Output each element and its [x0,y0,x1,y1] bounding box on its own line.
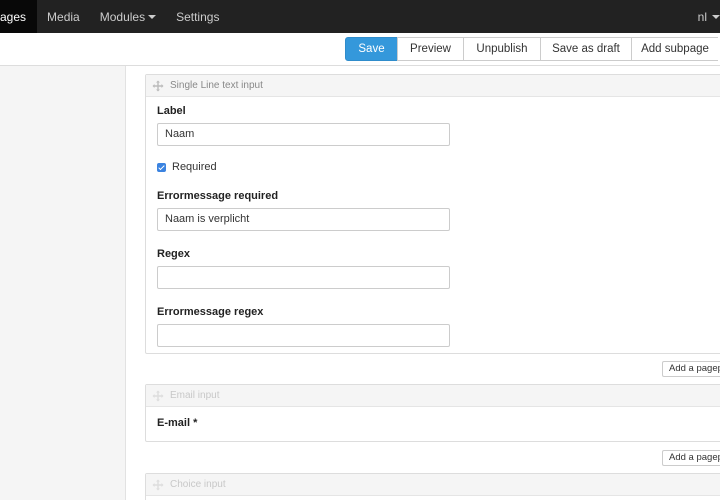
label-field-group: Label Naam [157,105,713,146]
err-required-heading: Errormessage required [157,190,279,202]
regex-input[interactable] [157,266,450,289]
single-line-input-block: Single Line text input Label Naam Requir… [145,74,720,354]
regex-field-group: Regex [157,248,713,289]
err-required-field-group: Errormessage required Naam is verplicht [157,190,713,231]
top-navbar: ages Media Modules Settings nl [0,0,720,33]
move-icon[interactable] [152,80,164,92]
unpublish-button[interactable]: Unpublish [463,37,541,61]
save-button[interactable]: Save [345,37,398,61]
language-selector[interactable]: nl [698,0,720,33]
email-field-label: E-mail * [157,417,198,429]
nav-item-media[interactable]: Media [37,0,90,33]
move-icon[interactable] [152,390,164,402]
block-header[interactable]: Email input [146,385,720,407]
save-as-draft-button[interactable]: Save as draft [540,37,632,61]
action-button-group: Save Preview Unpublish Save as draft Add… [345,37,718,61]
block-body: E-mail * [146,407,720,443]
required-checkbox[interactable] [157,162,166,172]
sidebar [0,66,126,500]
language-label: nl [697,9,707,24]
block-title: Single Line text input [170,80,263,91]
required-label: Required [172,161,217,173]
nav-item-label: Media [47,9,80,24]
caret-down-icon [712,15,720,19]
regex-heading: Regex [157,248,191,260]
err-regex-field-group: Errormessage regex [157,306,713,347]
block-title: Choice input [170,479,226,490]
label-heading: Label [157,105,186,117]
block-body: Label Naam Required Errormessage require… [146,97,720,355]
preview-button[interactable]: Preview [397,37,464,61]
add-subpage-button[interactable]: Add subpage [631,37,718,61]
err-regex-input[interactable] [157,324,450,347]
nav-item-label: ages [0,9,27,24]
nav-item-label: Modules [99,9,146,24]
email-input-block: Email input E-mail * [145,384,720,442]
nav-item-label: Settings [176,9,220,24]
page-toolbar: Save Preview Unpublish Save as draft Add… [0,33,720,66]
add-pagepart-button[interactable]: Add a pagep [662,361,720,377]
choice-input-block: Choice input [145,473,720,500]
caret-down-icon [148,15,157,19]
nav-item-pages[interactable]: ages [0,0,38,33]
block-header[interactable]: Choice input [146,474,720,496]
move-icon[interactable] [152,479,164,491]
block-title: Email input [170,390,220,401]
err-regex-heading: Errormessage regex [157,306,264,318]
nav-item-settings[interactable]: Settings [166,0,229,33]
nav-item-modules[interactable]: Modules [90,0,166,33]
block-header[interactable]: Single Line text input [146,75,720,97]
err-required-input[interactable]: Naam is verplicht [157,208,450,231]
label-input[interactable]: Naam [157,123,450,146]
main-content: Single Line text input Label Naam Requir… [127,66,720,500]
add-pagepart-button[interactable]: Add a pagep [662,450,720,466]
required-checkbox-row[interactable]: Required [157,161,713,173]
